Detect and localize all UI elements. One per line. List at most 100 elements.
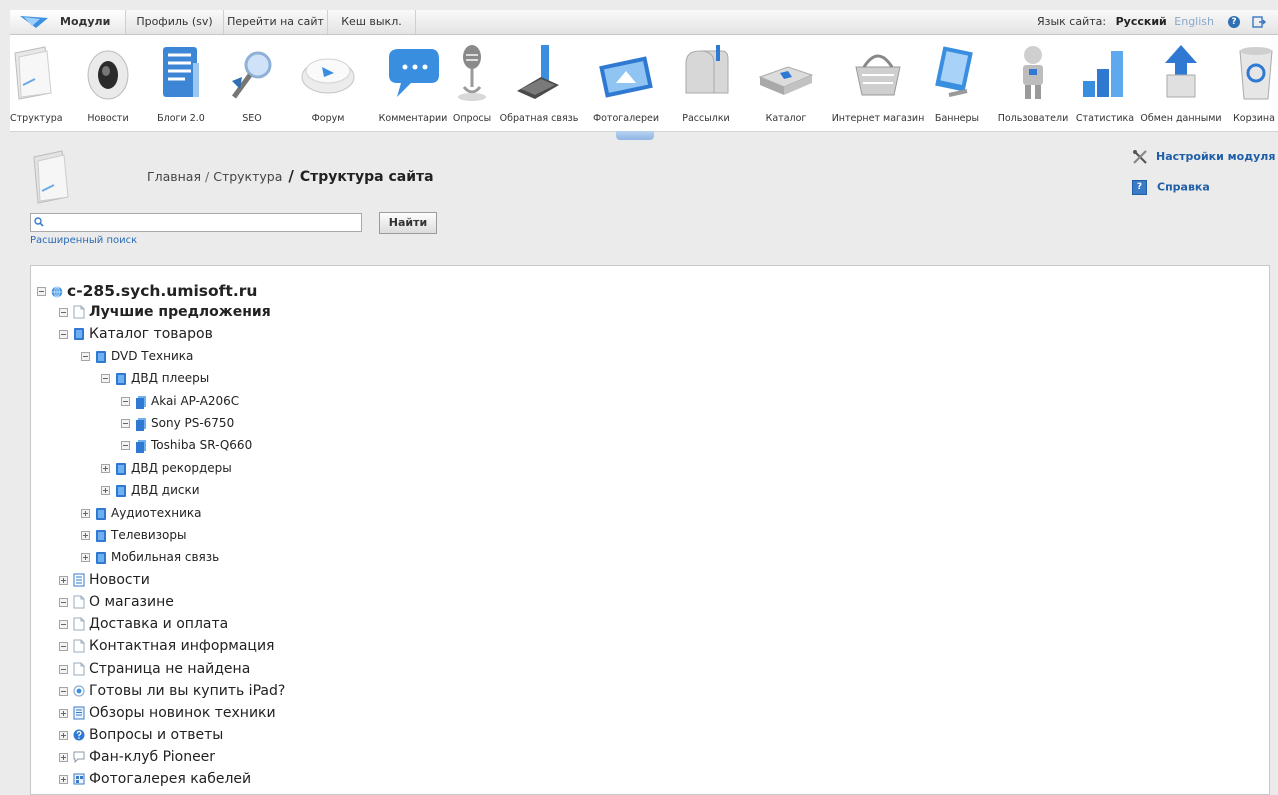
tree-expand-toggle[interactable] [59,774,68,784]
forum-icon [301,58,355,94]
page-icon [73,617,85,631]
tree-node-audio[interactable]: Аудиотехника [81,506,201,521]
tree-node-about[interactable]: О магазине [59,594,174,610]
tree-collapse-toggle[interactable] [59,619,68,629]
search-button[interactable]: Найти [379,212,437,234]
tree-node-product[interactable]: Sony PS-6750 [121,416,234,431]
tree-node-tv[interactable]: Телевизоры [81,528,186,543]
cache-toggle[interactable]: Кеш выкл. [328,10,416,34]
tree-collapse-toggle[interactable] [59,597,68,607]
module-comments[interactable]: Комментарии [374,35,452,131]
tree-node-label: ДВД рекордеры [131,461,232,475]
tree-node-notfound[interactable]: Страница не найдена [59,661,250,677]
tree-collapse-toggle[interactable] [121,397,130,406]
tree-expand-toggle[interactable] [101,464,110,473]
category-icon [96,551,106,564]
module-catalog[interactable]: Каталог [754,35,818,131]
logout-icon[interactable] [1252,15,1266,29]
tree-node-poll[interactable]: Готовы ли вы купить iPad? [59,683,285,699]
tree-node-dvd-players[interactable]: ДВД плееры [101,371,209,386]
tree-collapse-toggle[interactable] [121,419,130,428]
tree-node-dvd-tech[interactable]: DVD Техника [81,349,193,364]
advanced-search-link[interactable]: Расширенный поиск [30,235,137,246]
tree-node-label: Аудиотехника [111,506,202,520]
tree-node-news[interactable]: Новости [59,572,150,588]
module-structure[interactable]: Структура [10,35,63,131]
module-settings-link[interactable]: Настройки модуля [1132,149,1275,165]
tree-expand-toggle[interactable] [81,553,90,562]
module-trash[interactable]: Корзина [1230,35,1278,131]
tree-node-fanclub[interactable]: Фан-клуб Pioneer [59,749,215,765]
module-blogs[interactable]: Блоги 2.0 [152,35,210,131]
tree-node-product[interactable]: Toshiba SR-Q660 [121,438,252,453]
page-icon [73,662,85,676]
module-label: Статистика [1075,113,1135,124]
tree-collapse-toggle[interactable] [37,287,46,296]
module-mailing[interactable]: Рассылки [678,35,734,131]
help-link[interactable]: ? Справка [1132,180,1210,195]
tree-expand-toggle[interactable] [59,730,68,740]
breadcrumb-separator: / [288,167,294,185]
tree-expand-toggle[interactable] [81,509,90,518]
language-english[interactable]: English [1174,15,1214,28]
tree-collapse-toggle[interactable] [59,664,68,674]
tree-expand-toggle[interactable] [81,531,90,540]
forum-bubble-icon [73,751,85,764]
tree-node-best[interactable]: Лучшие предложения [59,304,271,320]
module-exchange[interactable]: Обмен данными [1140,35,1222,131]
tree-collapse-toggle[interactable] [101,374,110,383]
tree-node-dvd-discs[interactable]: ДВД диски [101,483,200,498]
tree-collapse-toggle[interactable] [59,686,68,696]
search-icon [34,217,44,227]
tree-node-mobile[interactable]: Мобильная связь [81,550,219,565]
tree-collapse-toggle[interactable] [81,352,90,361]
tree-node-label: Toshiba SR-Q660 [151,438,253,452]
help-icon[interactable]: ? [1228,16,1240,28]
modules-menu[interactable]: Модули [10,10,126,34]
product-icon [136,395,146,409]
tree-node-label: Мобильная связь [111,550,220,564]
module-news[interactable]: Новости [82,35,134,131]
blogs-icon [163,47,199,97]
tree-collapse-toggle[interactable] [121,441,130,450]
module-label: Комментарии [378,113,448,124]
module-photogallery[interactable]: Фотогалереи [590,35,662,131]
module-label: Обмен данными [1140,113,1222,124]
module-feedback[interactable]: Обратная связь [498,35,580,131]
breadcrumb-home[interactable]: Главная [147,169,201,184]
toolbar-collapse-handle[interactable] [616,131,654,140]
tree-expand-toggle[interactable] [59,708,68,718]
tree-node-product[interactable]: Akai AP-A206C [121,394,239,409]
module-polls[interactable]: Опросы [450,35,494,131]
module-forum[interactable]: Форум [294,35,362,131]
tree-root[interactable]: c-285.sych.umisoft.ru [37,282,257,300]
module-statistics[interactable]: Статистика [1074,35,1136,131]
tree-node-dvd-recorders[interactable]: ДВД рекордеры [101,461,232,476]
module-banners[interactable]: Баннеры [934,35,980,131]
tree-collapse-toggle[interactable] [59,641,68,651]
module-shop[interactable]: Интернет магазин [828,35,928,131]
tree-node-faq[interactable]: Вопросы и ответы [59,727,223,743]
help-book-icon: ? [1132,180,1147,195]
module-seo[interactable]: SEO [224,35,280,131]
tree-node-contacts[interactable]: Контактная информация [59,638,274,654]
tree-node-delivery[interactable]: Доставка и оплата [59,616,228,632]
tree-expand-toggle[interactable] [59,575,68,585]
goto-site-link[interactable]: Перейти на сайт [224,10,328,34]
profile-link[interactable]: Профиль (sv) [126,10,224,34]
tree-expand-toggle[interactable] [101,486,110,495]
search-input[interactable] [47,215,361,232]
tree-node-catalog[interactable]: Каталог товаров [59,326,213,342]
tree-collapse-toggle[interactable] [59,329,68,339]
shop-icon [855,54,901,96]
module-users[interactable]: Пользователи [992,35,1074,131]
breadcrumb-section[interactable]: Структура [213,169,282,184]
tree-node-label: Готовы ли вы купить iPad? [89,683,286,699]
users-icon [1023,46,1043,99]
tree-collapse-toggle[interactable] [59,307,68,317]
tree-expand-toggle[interactable] [59,752,68,762]
modules-toolbar: Структура Новости Блоги 2.0 SEO Форум Ко… [10,35,1278,132]
language-russian[interactable]: Русский [1116,15,1167,28]
tree-node-reviews[interactable]: Обзоры новинок техники [59,705,276,721]
search-box [30,213,362,232]
